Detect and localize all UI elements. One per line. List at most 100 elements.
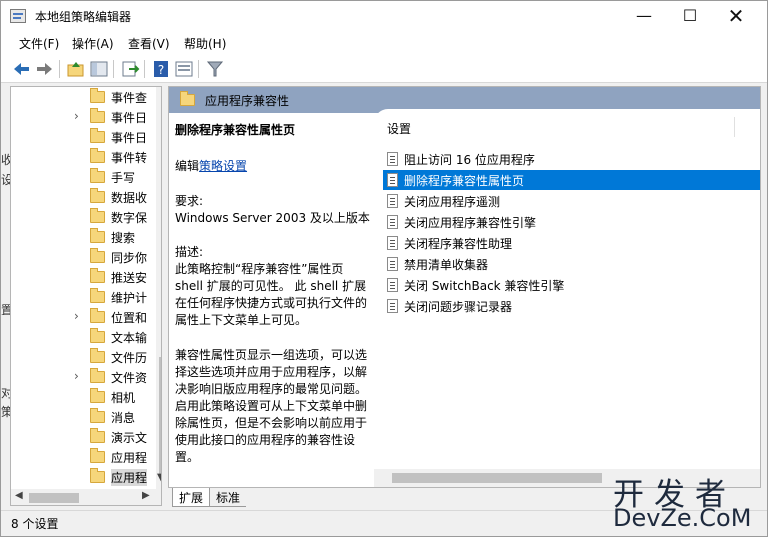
filter-icon[interactable] <box>205 59 225 79</box>
tree-item-label: 文本输 <box>111 331 148 345</box>
tree-item[interactable]: 文件历 <box>11 347 151 367</box>
forward-icon[interactable] <box>34 59 54 79</box>
setting-row[interactable]: 关闭程序兼容性助理 <box>383 233 760 253</box>
settings-list[interactable]: 设置 阻止访问 16 位应用程序删除程序兼容性属性页 关闭应用程序遥测关闭应用程序… <box>374 109 760 487</box>
policy-title: 删除程序兼容性属性页 <box>175 123 296 137</box>
tree-item-label: 演示文 <box>111 431 148 445</box>
menu-bar: 文件(F) 操作(A) 查看(V) 帮助(H) <box>1 31 767 55</box>
tree-hscroll-thumb[interactable] <box>29 493 79 503</box>
setting-row[interactable]: 阻止访问 16 位应用程序 <box>383 149 760 169</box>
tree-item[interactable]: 文本输 <box>11 327 151 347</box>
tree-item[interactable]: › 事件日 <box>11 107 151 127</box>
requirements-label: 要求: <box>175 194 204 208</box>
tree-pane[interactable]: 事件查 › 事件日 事件日 事件转 手写 数据收 数字保 搜索 同步你 推送安 维护计 › 位置和 文本输文… <box>10 86 162 506</box>
tree-item[interactable]: 事件转 <box>11 147 151 167</box>
policy-setting-icon <box>387 194 398 208</box>
tree-item-label: 维护计 <box>111 291 148 305</box>
setting-label: 删除程序兼容性属性页 <box>404 174 525 188</box>
expand-arrow-icon[interactable]: › <box>74 109 79 123</box>
tree-item-label: 文件历 <box>111 351 148 365</box>
toolbar-separator <box>113 60 114 78</box>
tree-item-label: 文件资 <box>111 371 148 385</box>
tree-scroll-thumb[interactable] <box>159 357 161 477</box>
description-paragraph-1: 此策略控制“程序兼容性”属性页 shell 扩展的可见性。 此 shell 扩展… <box>175 262 368 327</box>
setting-label: 关闭程序兼容性助理 <box>404 237 513 251</box>
minimize-button[interactable]: — <box>621 1 667 31</box>
scroll-left-icon[interactable]: ◀ <box>15 490 23 501</box>
tree-item[interactable]: 推送安 <box>11 267 151 287</box>
tree-item-label: 应用程 <box>111 451 148 465</box>
scroll-right-icon[interactable]: ▶ <box>142 490 150 501</box>
tree-item[interactable]: 相机 <box>11 387 151 407</box>
column-separator[interactable] <box>734 117 735 137</box>
setting-row[interactable]: 删除程序兼容性属性页 <box>383 170 760 190</box>
tree-item[interactable]: 演示文 <box>11 427 151 447</box>
tree-item[interactable]: 事件查 <box>11 87 151 107</box>
folder-icon <box>90 188 105 203</box>
tree-item-label: 事件查 <box>111 91 148 105</box>
menu-action[interactable]: 操作(A) <box>72 35 114 52</box>
tree-item-label: 数据收 <box>111 191 148 205</box>
tree-item[interactable]: 事件日 <box>11 127 151 147</box>
view-tabs: 扩展 标准 <box>168 488 368 508</box>
tree-item[interactable]: 应用程 <box>11 467 151 487</box>
svg-text:?: ? <box>158 63 164 77</box>
tree-item[interactable]: › 文件资 <box>11 367 151 387</box>
show-tree-icon[interactable] <box>89 59 109 79</box>
folder-icon <box>90 268 105 283</box>
scroll-down-icon[interactable]: ▼ <box>157 472 161 483</box>
tree-item[interactable]: 消息 <box>11 407 151 427</box>
column-header-setting[interactable]: 设置 <box>387 120 411 137</box>
edit-policy-link[interactable]: 策略设置 <box>199 159 247 173</box>
up-folder-icon[interactable] <box>66 59 86 79</box>
setting-label: 关闭应用程序遥测 <box>404 195 501 209</box>
properties-icon[interactable] <box>174 59 194 79</box>
tree-item[interactable]: 同步你 <box>11 247 151 267</box>
policy-setting-icon <box>387 173 398 187</box>
policy-setting-icon <box>387 278 398 292</box>
folder-icon <box>90 348 105 363</box>
folder-icon <box>90 108 105 123</box>
expand-arrow-icon[interactable]: › <box>74 369 79 383</box>
setting-label: 关闭应用程序兼容性引擎 <box>404 216 537 230</box>
expand-arrow-icon[interactable]: › <box>74 309 79 323</box>
export-list-icon[interactable] <box>120 59 140 79</box>
setting-label: 禁用清单收集器 <box>404 258 489 272</box>
setting-row[interactable]: 禁用清单收集器 <box>383 254 760 274</box>
tree-item[interactable]: 搜索 <box>11 227 151 247</box>
menu-help[interactable]: 帮助(H) <box>184 35 226 52</box>
tree-item[interactable]: 数据收 <box>11 187 151 207</box>
setting-row[interactable]: 关闭 SwitchBack 兼容性引擎 <box>383 275 760 295</box>
menu-view[interactable]: 查看(V) <box>128 35 170 52</box>
setting-row[interactable]: 关闭应用程序遥测 <box>383 191 760 211</box>
folder-icon <box>90 128 105 143</box>
menu-file[interactable]: 文件(F) <box>19 35 59 52</box>
tree-item[interactable]: 维护计 <box>11 287 151 307</box>
back-icon[interactable] <box>12 59 32 79</box>
tree-item[interactable]: 数字保 <box>11 207 151 227</box>
folder-icon <box>90 368 105 383</box>
tree-item-label: 事件日 <box>111 111 148 125</box>
setting-label: 关闭 SwitchBack 兼容性引擎 <box>404 279 565 293</box>
setting-row[interactable]: 关闭应用程序兼容性引擎 <box>383 212 760 232</box>
window-title: 本地组策略编辑器 <box>35 10 132 24</box>
tree-item-label: 搜索 <box>111 231 136 245</box>
tree-item-label: 相机 <box>111 391 136 405</box>
settings-hscroll-thumb[interactable] <box>392 473 602 483</box>
description-label: 描述: <box>175 245 204 259</box>
folder-icon <box>90 308 105 323</box>
help-icon[interactable]: ? <box>151 59 171 79</box>
edit-line: 编辑策略设置 <box>175 157 247 174</box>
policy-setting-icon <box>387 299 398 313</box>
watermark-domain: DevZe.CoM <box>613 504 752 532</box>
tab-standard[interactable]: 标准 <box>210 488 247 507</box>
tree-item[interactable]: › 位置和 <box>11 307 151 327</box>
status-text: 8 个设置 <box>11 517 59 531</box>
tab-extended[interactable]: 扩展 <box>172 488 211 507</box>
tree-item[interactable]: 手写 <box>11 167 151 187</box>
tree-item[interactable]: 应用程 <box>11 447 151 467</box>
maximize-button[interactable]: ☐ <box>667 1 713 31</box>
folder-icon <box>90 408 105 423</box>
setting-row[interactable]: 关闭问题步骤记录器 <box>383 296 760 316</box>
close-button[interactable]: ✕ <box>713 1 759 31</box>
